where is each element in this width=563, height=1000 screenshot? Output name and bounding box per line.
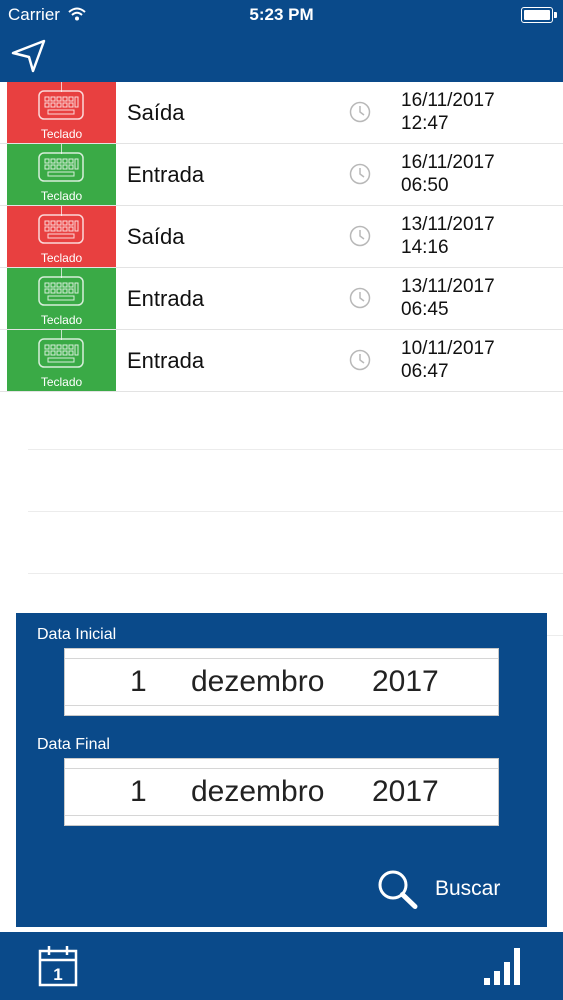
record-datetime: 16/11/2017 06:50 [401,151,495,197]
battery-icon [521,7,557,23]
record-time: 12:47 [401,113,449,134]
record-datetime: 16/11/2017 12:47 [401,89,495,135]
start-day[interactable]: 1 [130,665,147,699]
keyboard-icon [38,338,84,368]
start-date-picker[interactable]: 1 dezembro 2017 [64,648,499,716]
statistics-icon[interactable] [483,946,525,991]
end-day[interactable]: 1 [130,775,147,809]
clock-icon [349,287,371,309]
keyboard-icon [38,276,84,306]
list-item[interactable]: Teclado Entrada 10/11/2017 06:47 [0,330,563,392]
start-month[interactable]: dezembro [191,665,324,699]
list-item[interactable]: Teclado Saída 13/11/2017 14:16 [0,206,563,268]
keyboard-icon [38,90,84,120]
clock-icon [349,225,371,247]
status-bar: Carrier 5:23 PM [0,0,563,30]
list-item[interactable]: Teclado Entrada 13/11/2017 06:45 [0,268,563,330]
tile-label: Teclado [40,127,83,141]
tile-label: Teclado [40,375,83,389]
date-filter-panel: Data Inicial 1 dezembro 2017 Data Final … [16,613,547,927]
list-item[interactable]: Teclado Saída 16/11/2017 12:47 [0,82,563,144]
back-arrow-icon[interactable] [10,38,48,74]
end-year[interactable]: 2017 [372,775,439,809]
keyboard-icon [38,214,84,244]
tab-bar: 1 [0,932,563,1000]
record-tile: Teclado [7,268,116,329]
tile-label: Teclado [40,313,83,327]
start-year[interactable]: 2017 [372,665,439,699]
end-month[interactable]: dezembro [191,775,324,809]
search-icon [378,870,418,909]
record-type: Entrada [127,348,205,373]
record-tile: Teclado [7,144,116,205]
keyboard-icon [38,152,84,182]
record-time: 06:50 [401,175,449,196]
clock-icon [349,163,371,185]
record-date: 10/11/2017 [401,338,495,359]
record-tile: Teclado [7,206,116,267]
start-date-label: Data Inicial [37,626,117,643]
search-label: Buscar [435,877,501,900]
tile-label: Teclado [40,189,83,203]
records-list: Teclado Saída 16/11/2017 12:47 Teclado E… [0,82,563,392]
record-datetime: 13/11/2017 14:16 [401,213,495,259]
record-time: 14:16 [401,237,449,258]
record-time: 06:47 [401,361,449,382]
clock-icon [349,101,371,123]
record-time: 06:45 [401,299,449,320]
list-item[interactable]: Teclado Entrada 16/11/2017 06:50 [0,144,563,206]
search-button[interactable]: Buscar [376,868,516,909]
record-date: 16/11/2017 [401,90,495,111]
record-type: Entrada [127,162,205,187]
tile-label: Teclado [40,251,83,265]
calendar-icon[interactable]: 1 [38,945,78,992]
record-date: 16/11/2017 [401,152,495,173]
record-type: Entrada [127,286,205,311]
record-tile: Teclado [7,82,116,143]
record-date: 13/11/2017 [401,214,495,235]
end-date-label: Data Final [37,736,110,753]
record-date: 13/11/2017 [401,276,495,297]
record-datetime: 10/11/2017 06:47 [401,337,495,383]
record-tile: Teclado [7,330,116,391]
record-datetime: 13/11/2017 06:45 [401,275,495,321]
clock-time: 5:23 PM [249,5,314,24]
record-type: Saída [127,100,185,125]
clock-icon [349,349,371,371]
calendar-day: 1 [53,965,62,984]
end-date-picker[interactable]: 1 dezembro 2017 [64,758,499,826]
empty-rows [28,388,563,636]
navigation-bar [0,30,563,82]
record-type: Saída [127,224,185,249]
